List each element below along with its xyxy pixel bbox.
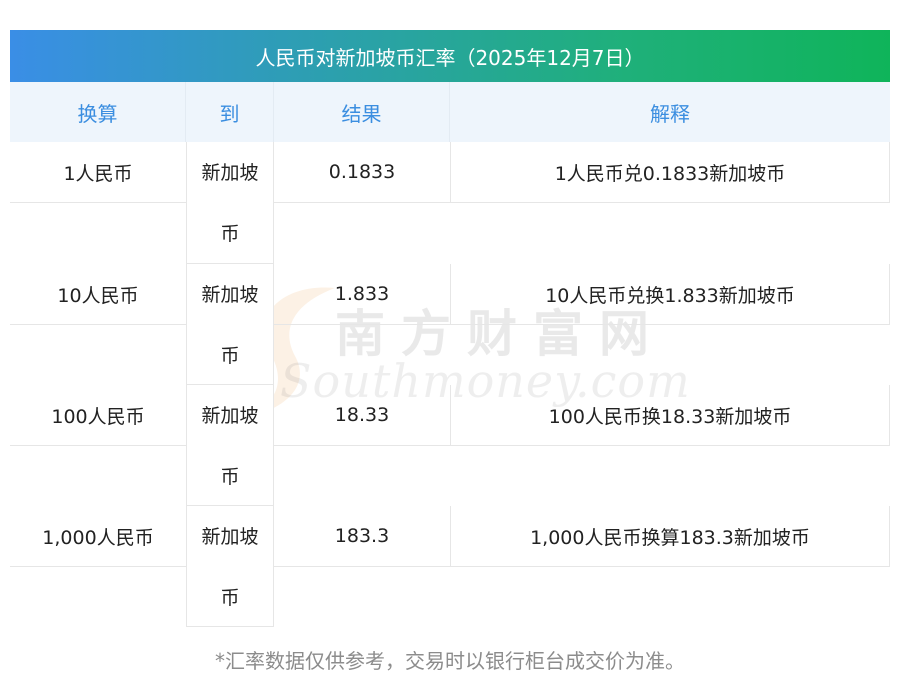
table-row-2-explain: 10人民币兑换1.833新加坡币 xyxy=(450,264,890,325)
table-row-1-from: 1人民币 xyxy=(10,142,186,203)
table-header-row: 换算 到 结果 解释 xyxy=(10,82,890,143)
table-row-3-result: 18.33 xyxy=(274,385,450,446)
table-row-4-explain: 1,000人民币换算183.3新加坡币 xyxy=(450,506,890,567)
table-row-4-from: 1,000人民币 xyxy=(10,506,186,567)
footnote: *汇率数据仅供参考，交易时以银行柜台成交价为准。 xyxy=(215,649,685,673)
row-1-to-line1: 新加坡 xyxy=(201,162,259,184)
table-row-3-explain: 100人民币换18.33新加坡币 xyxy=(450,385,890,446)
row-3-to-line1: 新加坡 xyxy=(201,405,259,427)
table-title: 人民币对新加坡币汇率（2025年12月7日） xyxy=(10,30,890,82)
table-row-2-from: 10人民币 xyxy=(10,264,186,325)
row-4-to-line1: 新加坡 xyxy=(201,526,259,548)
table-row-3-from: 100人民币 xyxy=(10,385,186,446)
header-to: 到 xyxy=(186,82,274,142)
table-row-1-result: 0.1833 xyxy=(274,142,450,203)
row-2-to-line2: 币 xyxy=(220,345,240,367)
table-row-1-to: 新加坡 币 xyxy=(186,142,274,264)
header-explain: 解释 xyxy=(650,101,690,126)
table-row-4-to: 新加坡 币 xyxy=(186,506,274,627)
table-row-2-to: 新加坡 币 xyxy=(186,264,274,385)
table-row-3-to: 新加坡 币 xyxy=(186,385,274,506)
header-result: 结果 xyxy=(274,82,450,142)
header-from: 换算 xyxy=(10,82,186,142)
row-2-to-line1: 新加坡 xyxy=(201,284,259,306)
table-row-2-result: 1.833 xyxy=(274,264,450,325)
table-row-4-result: 183.3 xyxy=(274,506,450,567)
table-row-1-explain: 1人民币兑0.1833新加坡币 xyxy=(450,142,890,203)
row-3-to-line2: 币 xyxy=(220,466,240,488)
row-1-to-line2: 币 xyxy=(220,223,240,245)
row-4-to-line2: 币 xyxy=(220,587,240,609)
